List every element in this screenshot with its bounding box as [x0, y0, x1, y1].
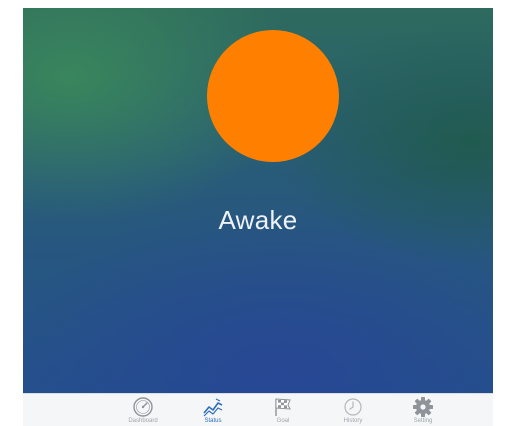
tab-setting[interactable]: Setting — [388, 396, 458, 426]
tab-label: History — [343, 418, 363, 424]
gear-icon — [413, 397, 433, 417]
tab-status[interactable]: Status — [178, 396, 248, 426]
tab-label: Status — [204, 418, 222, 424]
tab-label: Dashboard — [128, 418, 158, 424]
status-screen: Awake — [23, 8, 493, 393]
sleep-state-indicator — [207, 30, 339, 162]
gauge-icon — [133, 397, 153, 417]
trend-icon — [203, 398, 223, 417]
tab-label: Goal — [276, 418, 290, 424]
tab-goal[interactable]: Goal — [248, 396, 318, 426]
tab-history[interactable]: History — [318, 396, 388, 426]
sleep-state-label: Awake — [218, 205, 298, 235]
tab-label: Setting — [413, 418, 433, 424]
tab-bar: Dashboard Status Goal History Setting — [23, 393, 493, 426]
tab-dashboard[interactable]: Dashboard — [108, 396, 178, 426]
clock-icon — [344, 398, 362, 416]
checkered-flag-icon — [275, 398, 291, 416]
